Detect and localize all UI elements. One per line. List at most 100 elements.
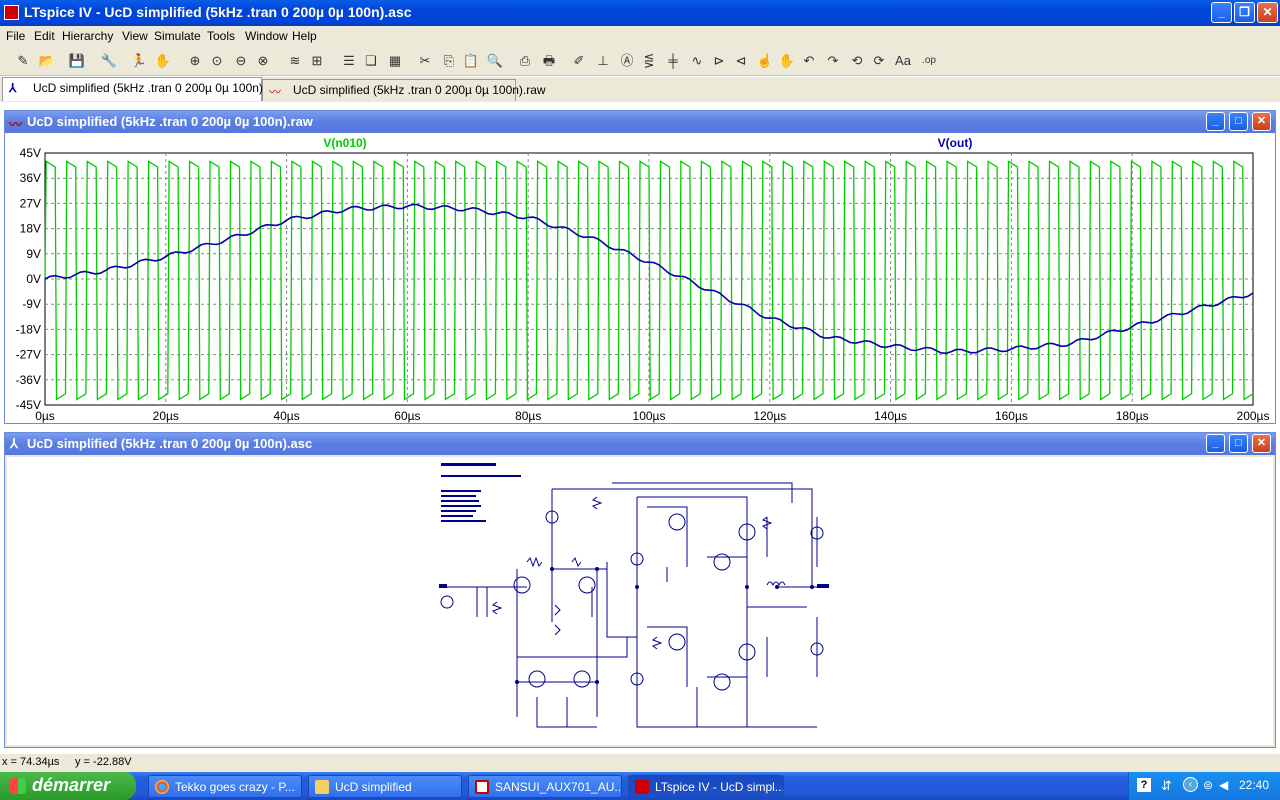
schematic-minimize-button[interactable]: _: [1206, 434, 1225, 453]
x-tick-label: 80µs: [515, 409, 541, 423]
menu-help[interactable]: Help: [292, 29, 317, 43]
ground-icon[interactable]: ⊥: [594, 52, 612, 70]
zoom-out-icon[interactable]: ⊖: [232, 52, 250, 70]
label-net-icon[interactable]: Ⓐ: [618, 52, 636, 70]
chrome-icon: [155, 780, 169, 794]
menu-edit[interactable]: Edit: [34, 29, 55, 43]
autorange-icon[interactable]: ≋: [286, 52, 304, 70]
network-icon[interactable]: ⇵: [1161, 778, 1172, 794]
clock[interactable]: 22:40: [1239, 778, 1269, 792]
x-tick-label: 100µs: [633, 409, 666, 423]
tile-vertical-icon[interactable]: ▦: [386, 52, 404, 70]
spice-directive-icon[interactable]: .op: [918, 52, 940, 70]
schematic-icon: ⅄: [9, 81, 17, 95]
draw-wire-icon[interactable]: ✐: [570, 52, 588, 70]
schematic-maximize-button[interactable]: □: [1229, 434, 1248, 453]
waveform-window: 〰 UcD simplified (5kHz .tran 0 200µ 0µ 1…: [4, 110, 1276, 424]
zoom-pan-icon[interactable]: ⊙: [208, 52, 226, 70]
tile-horizontal-icon[interactable]: ☰: [340, 52, 358, 70]
tab-schematic[interactable]: ⅄ UcD simplified (5kHz .tran 0 200µ 0µ 1…: [2, 77, 285, 101]
drag-icon[interactable]: ✋: [778, 52, 796, 70]
zoom-fit-icon[interactable]: ⊗: [254, 52, 272, 70]
capacitor-icon[interactable]: ╪: [664, 52, 682, 70]
y-tick-label: 0V: [26, 272, 41, 286]
tab-waveform-label: UcD simplified (5kHz .tran 0 200µ 0µ 100…: [293, 83, 546, 97]
pdf-icon: [475, 780, 489, 794]
menu-view[interactable]: View: [122, 29, 148, 43]
waveform-icon: 〰: [269, 85, 282, 99]
schematic-close-button[interactable]: ✕: [1252, 434, 1271, 453]
tab-waveform[interactable]: 〰 UcD simplified (5kHz .tran 0 200µ 0µ 1…: [262, 79, 546, 101]
y-tick-label: 18V: [20, 222, 41, 236]
task-ltspice[interactable]: LTspice IV - UcD simpl...: [628, 775, 784, 798]
inductor-icon[interactable]: ∿: [688, 52, 706, 70]
redo-icon[interactable]: ↷: [824, 52, 842, 70]
ltspice-icon: [635, 780, 649, 794]
legend-vn010: V(n010): [323, 136, 366, 150]
back-icon[interactable]: ‹: [1183, 777, 1198, 792]
x-tick-label: 160µs: [995, 409, 1028, 423]
rotate-icon[interactable]: ⟲: [848, 52, 866, 70]
start-button[interactable]: démarrer: [0, 772, 136, 800]
mirror-icon[interactable]: ⟳: [870, 52, 888, 70]
waveform-minimize-button[interactable]: _: [1206, 112, 1225, 131]
halt-icon[interactable]: ✋: [154, 52, 172, 70]
run-icon[interactable]: 🏃: [130, 52, 148, 70]
app-title-bar: LTspice IV - UcD simplified (5kHz .tran …: [0, 0, 1280, 26]
cursor-y-readout: y = -22.88V: [75, 756, 132, 768]
task-chrome-label: Tekko goes crazy - P...: [175, 780, 295, 794]
volume-icon[interactable]: ◀: [1219, 778, 1228, 792]
schematic-window-title: UcD simplified (5kHz .tran 0 200µ 0µ 100…: [27, 436, 313, 451]
x-tick-label: 20µs: [153, 409, 179, 423]
task-pdf[interactable]: SANSUI_AUX701_AU...: [468, 775, 622, 798]
cascade-icon[interactable]: ❏: [362, 52, 380, 70]
schematic-window-title-bar: ⅄ UcD simplified (5kHz .tran 0 200µ 0µ 1…: [5, 433, 1275, 455]
tab-schematic-label: UcD simplified (5kHz .tran 0 200µ 0µ 100…: [33, 81, 285, 95]
fft-icon[interactable]: ⊞: [308, 52, 326, 70]
app-title: LTspice IV - UcD simplified (5kHz .tran …: [24, 4, 412, 20]
diode-icon[interactable]: ⊳: [710, 52, 728, 70]
y-tick-label: 45V: [20, 146, 41, 160]
menu-bar: File Edit Hierarchy View Simulate Tools …: [0, 26, 1280, 46]
move-icon[interactable]: ☝: [756, 52, 774, 70]
component-icon[interactable]: ⊲: [732, 52, 750, 70]
paste-icon[interactable]: 📋: [462, 52, 480, 70]
y-tick-label: -36V: [16, 373, 41, 387]
minimize-button[interactable]: _: [1211, 2, 1232, 23]
open-icon[interactable]: 📂: [38, 52, 56, 70]
menu-file[interactable]: File: [6, 29, 25, 43]
menu-simulate[interactable]: Simulate: [154, 29, 201, 43]
help-icon[interactable]: ?: [1137, 778, 1151, 792]
ltspice-logo-icon: [4, 5, 19, 20]
task-folder[interactable]: UcD simplified: [308, 775, 462, 798]
waveform-maximize-button[interactable]: □: [1229, 112, 1248, 131]
cut-icon[interactable]: ✂: [416, 52, 434, 70]
status-bar: x = 74.34µs y = -22.88V: [0, 754, 1280, 772]
toolbar: ✎ 📂 💾 🔧 🏃 ✋ ⊕ ⊙ ⊖ ⊗ ≋ ⊞ ☰ ❏ ▦ ✂ ⎘ 📋 🔍 ⎙ 🖶 ✐ ⊥ Ⓐ ⋚ ╪ ∿ ⊳ ⊲ ☝ ✋ ↶ ↷ ⟲ ⟳ Aa .op: [0, 46, 1280, 76]
new-schematic-icon[interactable]: ✎: [14, 52, 32, 70]
save-icon[interactable]: 💾: [68, 52, 86, 70]
maximize-button[interactable]: ❐: [1234, 2, 1255, 23]
print-setup-icon[interactable]: ⎙: [516, 52, 534, 70]
menu-tools[interactable]: Tools: [207, 29, 235, 43]
wireless-icon[interactable]: ⊜: [1203, 778, 1213, 792]
x-tick-label: 200µs: [1237, 409, 1270, 423]
task-folder-label: UcD simplified: [335, 780, 412, 794]
menu-window[interactable]: Window: [245, 29, 288, 43]
windows-logo-icon: [10, 778, 26, 794]
waveform-plot[interactable]: 45V36V27V18V9V0V-9V-18V-27V-36V-45V0µs 20…: [5, 133, 1275, 423]
zoom-in-icon[interactable]: ⊕: [186, 52, 204, 70]
task-chrome[interactable]: Tekko goes crazy - P...: [148, 775, 302, 798]
find-icon[interactable]: 🔍: [486, 52, 504, 70]
text-icon[interactable]: Aa: [894, 52, 912, 70]
menu-hierarchy[interactable]: Hierarchy: [62, 29, 113, 43]
waveform-close-button[interactable]: ✕: [1252, 112, 1271, 131]
start-label: démarrer: [32, 775, 111, 795]
copy-icon[interactable]: ⎘: [440, 52, 458, 70]
resistor-icon[interactable]: ⋚: [640, 52, 658, 70]
print-icon[interactable]: 🖶: [540, 52, 558, 70]
undo-icon[interactable]: ↶: [800, 52, 818, 70]
control-panel-icon[interactable]: 🔧: [100, 52, 118, 70]
close-button[interactable]: ✕: [1257, 2, 1278, 23]
schematic-canvas[interactable]: [7, 457, 1273, 745]
